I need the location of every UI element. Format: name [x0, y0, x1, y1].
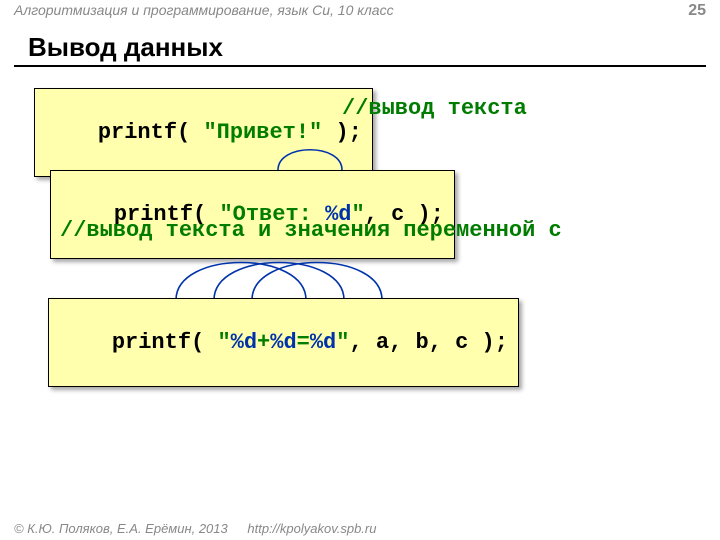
- title-rule: [14, 65, 706, 67]
- code3-c: c: [455, 330, 468, 355]
- slide: Алгоритмизация и программирование, язык …: [0, 0, 720, 540]
- code3-b: b: [415, 330, 428, 355]
- page-number: 25: [688, 2, 706, 20]
- code3-q1: ": [217, 330, 230, 355]
- code3-c2: ,: [389, 330, 415, 355]
- page-title: Вывод данных: [28, 32, 223, 63]
- footer-url: http://kpolyakov.spb.ru: [247, 521, 376, 536]
- code1-tail: );: [322, 120, 362, 145]
- code-box-1: printf( "Привет!" );: [34, 88, 373, 177]
- comment-1: //вывод текста: [342, 96, 527, 121]
- code3-c3: ,: [429, 330, 455, 355]
- code-box-2: printf( "Ответ: %d", c );: [50, 170, 455, 259]
- comment-2: //вывод текста и значения переменной c: [60, 218, 562, 243]
- code3-q2: ": [336, 330, 349, 355]
- code3-tail: );: [468, 330, 508, 355]
- code1-string: "Привет!": [203, 120, 322, 145]
- code3-f1: %d: [231, 330, 257, 355]
- arcs-code3: [48, 252, 428, 302]
- header-bar: Алгоритмизация и программирование, язык …: [0, 0, 720, 22]
- code3-eq: =: [297, 330, 310, 355]
- footer: © К.Ю. Поляков, Е.А. Ерёмин, 2013 http:/…: [14, 521, 376, 536]
- course-label: Алгоритмизация и программирование, язык …: [14, 2, 394, 18]
- code3-f3: %d: [310, 330, 336, 355]
- code3-plus: +: [257, 330, 270, 355]
- code3-a: a: [376, 330, 389, 355]
- code3-c1: ,: [349, 330, 375, 355]
- code3-f2: %d: [270, 330, 296, 355]
- code3-printf: printf(: [112, 330, 218, 355]
- code-box-3: printf( "%d+%d=%d", a, b, c );: [48, 298, 519, 387]
- code1-printf: printf(: [98, 120, 204, 145]
- footer-copyright: © К.Ю. Поляков, Е.А. Ерёмин, 2013: [14, 521, 228, 536]
